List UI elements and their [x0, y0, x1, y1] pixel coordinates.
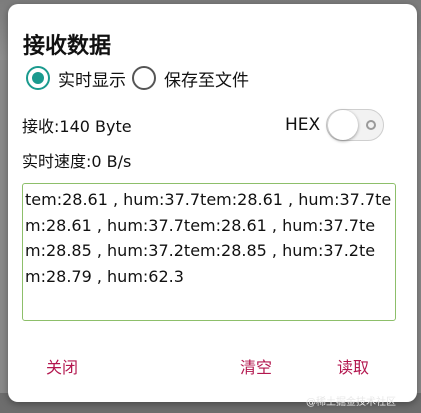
hex-label: HEX: [285, 115, 321, 135]
hex-toggle-group: HEX: [285, 108, 385, 142]
radio-realtime-label: 实时显示: [58, 70, 126, 91]
received-bytes-label: 接收:140 Byte: [22, 117, 132, 136]
read-button[interactable]: 读取: [337, 354, 369, 378]
radio-realtime-display[interactable]: 实时显示: [26, 66, 126, 91]
watermark: @稀土掘金技术社区: [306, 397, 396, 408]
switch-knob: [328, 110, 359, 140]
close-button[interactable]: 关闭: [46, 354, 78, 378]
radio-checked-icon: [26, 66, 50, 90]
radio-unchecked-icon: [132, 66, 156, 90]
hex-switch[interactable]: [326, 109, 385, 141]
dialog-title: 接收数据: [23, 34, 112, 59]
received-data-textarea[interactable]: tem:28.61 , hum:37.7tem:28.61 , hum:37.7…: [22, 183, 396, 321]
radio-save-label: 保存至文件: [164, 70, 249, 91]
receive-data-dialog: 接收数据 实时显示 保存至文件 接收:140 Byte 实时速度:0 B/s H…: [8, 4, 417, 402]
radio-save-to-file[interactable]: 保存至文件: [132, 66, 249, 91]
switch-off-icon: [366, 120, 377, 130]
realtime-speed-label: 实时速度:0 B/s: [22, 152, 132, 171]
clear-button[interactable]: 清空: [240, 354, 272, 378]
display-mode-radio-group: 实时显示 保存至文件: [26, 64, 249, 92]
